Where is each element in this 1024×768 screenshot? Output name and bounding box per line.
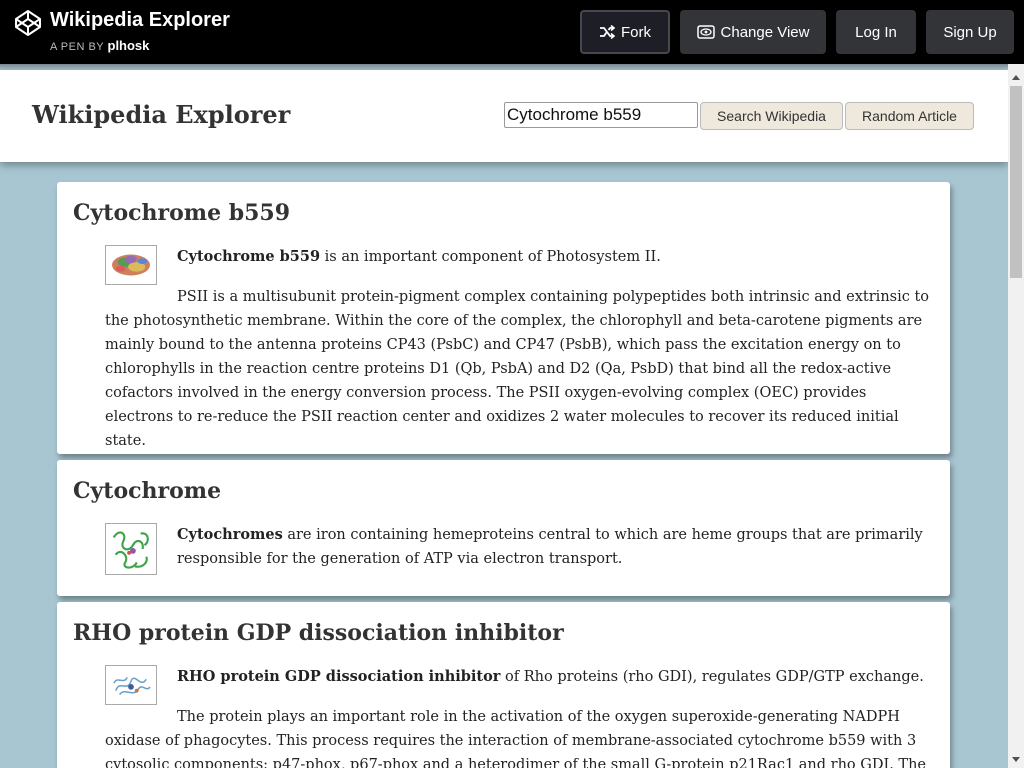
pen-author-line: A PEN BY plhosk: [50, 38, 149, 53]
app-header: Wikipedia Explorer Search Wikipedia Rand…: [0, 70, 1008, 162]
result-card[interactable]: Cytochrome Cytochromes are iron containi…: [57, 460, 950, 596]
change-view-button[interactable]: Change View: [680, 10, 826, 54]
result-intro: Cytochromes are iron containing hemeprot…: [177, 523, 937, 571]
scroll-up-arrow-icon[interactable]: [1012, 75, 1020, 80]
result-intro: RHO protein GDP dissociation inhibitor o…: [177, 665, 937, 689]
result-intro-text: of Rho proteins (rho GDI), regulates GDP…: [500, 669, 924, 685]
search-wikipedia-button[interactable]: Search Wikipedia: [700, 102, 843, 130]
result-title[interactable]: RHO protein GDP dissociation inhibitor: [73, 620, 564, 646]
result-bold-term: Cytochromes: [177, 526, 283, 543]
fork-label: Fork: [621, 23, 651, 41]
codepen-logo-icon[interactable]: [14, 9, 42, 37]
result-card[interactable]: Cytochrome b559 Cytochrome b559 is an im…: [57, 182, 950, 454]
fork-icon: [600, 25, 615, 39]
eye-icon: [696, 25, 715, 39]
result-title[interactable]: Cytochrome: [73, 478, 221, 504]
scrollbar[interactable]: [1008, 64, 1024, 768]
result-intro: Cytochrome b559 is an important componen…: [177, 245, 937, 269]
result-thumbnail: [105, 245, 157, 285]
result-bold-term: Cytochrome b559: [177, 248, 321, 265]
result-thumbnail: [105, 523, 157, 575]
result-intro-text: are iron containing hemeproteins central…: [177, 527, 923, 567]
pen-title: Wikipedia Explorer: [50, 9, 230, 31]
scrollbar-thumb[interactable]: [1010, 86, 1022, 278]
result-card[interactable]: RHO protein GDP dissociation inhibitor R…: [57, 602, 950, 768]
result-title[interactable]: Cytochrome b559: [73, 200, 290, 226]
result-body: The protein plays an important role in t…: [105, 709, 927, 768]
site-title: Wikipedia Explorer: [32, 100, 291, 129]
result-bold-term: RHO protein GDP dissociation inhibitor: [177, 668, 501, 685]
result-thumbnail: [105, 665, 157, 705]
change-view-label: Change View: [720, 23, 810, 41]
log-in-button[interactable]: Log In: [836, 10, 916, 54]
codepen-header: Wikipedia Explorer A PEN BY plhosk Fork …: [0, 0, 1024, 64]
search-input[interactable]: [504, 102, 698, 128]
result-intro-text: is an important component of Photosystem…: [320, 249, 661, 265]
scroll-down-arrow-icon[interactable]: [1012, 757, 1020, 762]
pen-author-link[interactable]: plhosk: [108, 38, 150, 53]
fork-button[interactable]: Fork: [580, 10, 670, 54]
random-article-button[interactable]: Random Article: [845, 102, 974, 130]
result-body: PSII is a multisubunit protein-pigment c…: [105, 289, 930, 449]
pen-by-label: A PEN BY: [50, 41, 104, 53]
preview-frame: Cytochrome b559 Cytochrome b559 is an im…: [0, 64, 1024, 768]
frame-top-shadow: [0, 64, 1008, 70]
sign-up-button[interactable]: Sign Up: [926, 10, 1014, 54]
